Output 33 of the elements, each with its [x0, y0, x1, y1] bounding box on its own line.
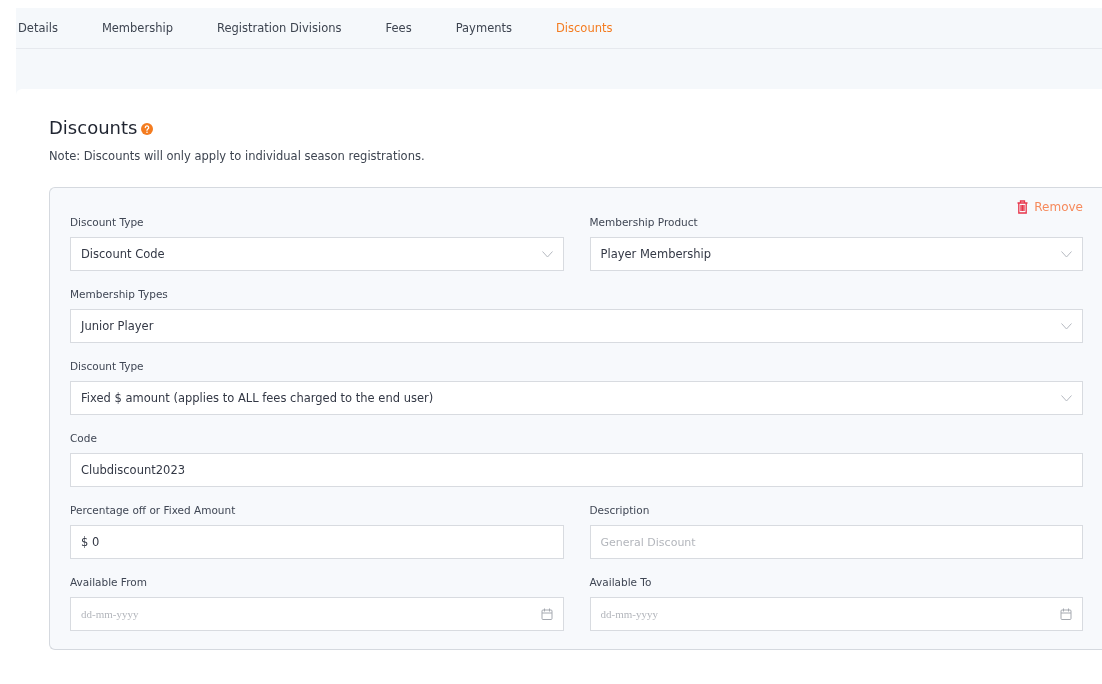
tab[interactable]: Membership [101, 21, 173, 35]
chevron-down-icon [1061, 394, 1072, 402]
chevron-down-icon [541, 250, 553, 258]
chevron-down-icon [1061, 322, 1072, 330]
tab[interactable]: Registration Divisions [216, 21, 342, 35]
trash-icon [1017, 200, 1029, 214]
field-label: Membership Product [589, 216, 699, 228]
select-field[interactable]: Player Membership [589, 237, 1083, 271]
select-field[interactable]: Fixed $ amount (applies to ALL fees charged to the end user) [70, 381, 1083, 415]
field-label: Available To [589, 576, 653, 588]
field-label: Discount Type [70, 360, 145, 372]
text-field[interactable]: General Discount [589, 525, 1083, 559]
calendar-icon [540, 608, 553, 620]
field-label: Discount Type [70, 216, 145, 228]
date-field[interactable]: dd-mm-yyyy [589, 597, 1083, 631]
text-field[interactable]: $ 0 [70, 525, 564, 559]
calendar-icon [1060, 608, 1072, 620]
help-icon[interactable] [141, 122, 154, 135]
date-field[interactable]: dd-mm-yyyy [70, 597, 564, 631]
tab[interactable]: Fees [385, 21, 412, 35]
select-field[interactable]: Discount Code [70, 237, 564, 271]
text-field[interactable]: Clubdiscount2023 [70, 453, 1083, 487]
chevron-down-icon [1061, 250, 1072, 258]
section-title: Discounts [49, 117, 138, 138]
field-label: Code [70, 432, 98, 444]
field-label: Percentage off or Fixed Amount [70, 504, 237, 516]
note-text: Note: Discounts will only apply to individual season registrations. [49, 149, 426, 163]
tab[interactable]: Payments [455, 21, 512, 35]
select-field[interactable]: Junior Player [70, 309, 1083, 343]
field-label: Description [589, 504, 651, 516]
tab[interactable]: Details [18, 21, 58, 35]
field-label: Membership Types [70, 288, 169, 300]
field-label: Available From [70, 576, 148, 588]
